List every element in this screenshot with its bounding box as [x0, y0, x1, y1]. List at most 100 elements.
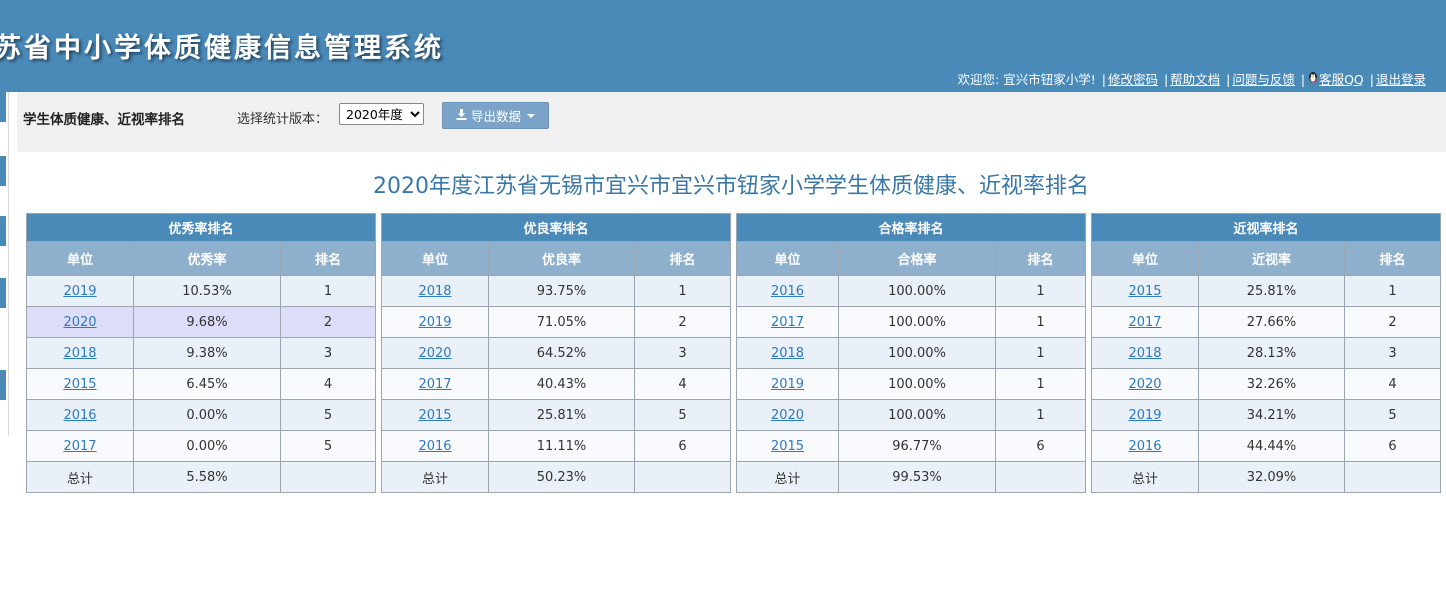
- rate-cell: 100.00%: [838, 399, 996, 431]
- sidebar-tab[interactable]: [0, 370, 6, 400]
- total-rate-cell: 50.23%: [488, 461, 635, 493]
- sidebar: [0, 92, 9, 436]
- total-rate-cell: 32.09%: [1198, 461, 1345, 493]
- unit-link[interactable]: 2020: [63, 315, 96, 330]
- unit-cell: 2017: [381, 368, 489, 400]
- total-rank-cell: [633, 461, 732, 493]
- change-password-link[interactable]: 修改密码: [1108, 72, 1158, 87]
- rank-cell: 1: [994, 337, 1087, 369]
- table-row: 2017 27.66% 2: [1091, 306, 1442, 338]
- rate-cell: 100.00%: [838, 337, 996, 369]
- total-rank-cell: [279, 461, 377, 493]
- rank-cell: 4: [279, 368, 377, 400]
- welcome-text: 欢迎您: 宜兴市钮家小学!: [957, 72, 1096, 87]
- rate-cell: 9.38%: [133, 337, 281, 369]
- unit-link[interactable]: 2018: [771, 346, 804, 361]
- table-row: 2015 25.81% 5: [381, 399, 732, 431]
- unit-link[interactable]: 2016: [63, 408, 96, 423]
- unit-link[interactable]: 2018: [1128, 346, 1161, 361]
- rank-cell: 3: [633, 337, 732, 369]
- rank-cell: 2: [1343, 306, 1442, 338]
- page-heading: 学生体质健康、近视率排名: [23, 112, 185, 128]
- unit-link[interactable]: 2017: [1128, 315, 1161, 330]
- version-select[interactable]: 2020年度: [339, 103, 424, 125]
- unit-link[interactable]: 2018: [418, 284, 451, 299]
- rank-cell: 3: [1343, 337, 1442, 369]
- rank-cell: 1: [279, 275, 377, 307]
- rank-cell: 5: [279, 399, 377, 431]
- column-header: 近视率: [1198, 241, 1345, 276]
- rate-cell: 27.66%: [1198, 306, 1345, 338]
- table-row: 2015 6.45% 4: [26, 368, 377, 400]
- unit-link[interactable]: 2016: [771, 284, 804, 299]
- rate-cell: 34.21%: [1198, 399, 1345, 431]
- unit-link[interactable]: 2019: [63, 284, 96, 299]
- rate-cell: 0.00%: [133, 430, 281, 462]
- unit-link[interactable]: 2015: [63, 377, 96, 392]
- help-docs-link[interactable]: 帮助文档: [1170, 72, 1220, 87]
- rate-cell: 25.81%: [488, 399, 635, 431]
- table-row: 2020 64.52% 3: [381, 337, 732, 369]
- unit-cell: 2018: [381, 275, 489, 307]
- column-header: 合格率: [838, 241, 996, 276]
- feedback-link[interactable]: 问题与反馈: [1232, 72, 1295, 87]
- unit-link[interactable]: 2015: [771, 439, 804, 454]
- unit-link[interactable]: 2020: [1128, 377, 1161, 392]
- column-header: 优秀率: [133, 241, 281, 276]
- rate-cell: 64.52%: [488, 337, 635, 369]
- table-row: 2016 100.00% 1: [736, 275, 1087, 307]
- unit-link[interactable]: 2017: [418, 377, 451, 392]
- separator: |: [1101, 72, 1106, 87]
- rate-cell: 96.77%: [838, 430, 996, 462]
- unit-link[interactable]: 2019: [418, 315, 451, 330]
- total-row: 总计 5.58%: [26, 461, 377, 493]
- version-label: 选择统计版本：: [237, 112, 329, 127]
- export-data-label: 导出数据: [470, 109, 521, 124]
- unit-link[interactable]: 2017: [63, 439, 96, 454]
- rate-cell: 100.00%: [838, 368, 996, 400]
- rate-cell: 44.44%: [1198, 430, 1345, 462]
- rank-cell: 2: [279, 306, 377, 338]
- ranking-table: 合格率排名 单位 合格率 排名 2016 100.00% 1 2017 100.00% 1 2018…: [735, 213, 1087, 493]
- rank-cell: 2: [633, 306, 732, 338]
- unit-link[interactable]: 2019: [771, 377, 804, 392]
- total-label-cell: 总计: [736, 461, 839, 493]
- unit-cell: 2020: [26, 306, 134, 338]
- unit-link[interactable]: 2018: [63, 346, 96, 361]
- rank-cell: 1: [994, 306, 1087, 338]
- unit-cell: 2019: [26, 275, 134, 307]
- unit-link[interactable]: 2017: [771, 315, 804, 330]
- table-caption: 合格率排名: [735, 213, 1087, 242]
- unit-link[interactable]: 2020: [771, 408, 804, 423]
- separator: |: [1369, 72, 1374, 87]
- rank-cell: 1: [1343, 275, 1442, 307]
- logout-link[interactable]: 退出登录: [1376, 72, 1426, 87]
- unit-link[interactable]: 2015: [418, 408, 451, 423]
- unit-link[interactable]: 2015: [1128, 284, 1161, 299]
- total-label-cell: 总计: [381, 461, 489, 493]
- unit-link[interactable]: 2016: [418, 439, 451, 454]
- rate-cell: 100.00%: [838, 306, 996, 338]
- download-icon: [456, 108, 467, 123]
- unit-cell: 2019: [1091, 399, 1199, 431]
- rank-cell: 1: [994, 275, 1087, 307]
- rank-cell: 6: [633, 430, 732, 462]
- unit-link[interactable]: 2016: [1128, 439, 1161, 454]
- sidebar-tab[interactable]: [0, 278, 6, 308]
- table-row: 2016 44.44% 6: [1091, 430, 1442, 462]
- export-data-button[interactable]: 导出数据: [442, 102, 549, 129]
- rank-cell: 6: [1343, 430, 1442, 462]
- unit-link[interactable]: 2020: [418, 346, 451, 361]
- unit-link[interactable]: 2019: [1128, 408, 1161, 423]
- qq-penguin-icon: [1307, 71, 1319, 84]
- table-caption: 优秀率排名: [25, 213, 377, 242]
- table-row: 2018 100.00% 1: [736, 337, 1087, 369]
- unit-cell: 2016: [381, 430, 489, 462]
- separator: |: [1163, 72, 1169, 87]
- sidebar-tab[interactable]: [0, 216, 6, 246]
- qq-support-link[interactable]: 客服QQ: [1307, 72, 1364, 87]
- table-row: 2015 25.81% 1: [1091, 275, 1442, 307]
- sidebar-tab[interactable]: [0, 92, 6, 122]
- rate-cell: 93.75%: [488, 275, 635, 307]
- toolbar: 学生体质健康、近视率排名 选择统计版本： 2020年度 导出数据: [17, 92, 1446, 152]
